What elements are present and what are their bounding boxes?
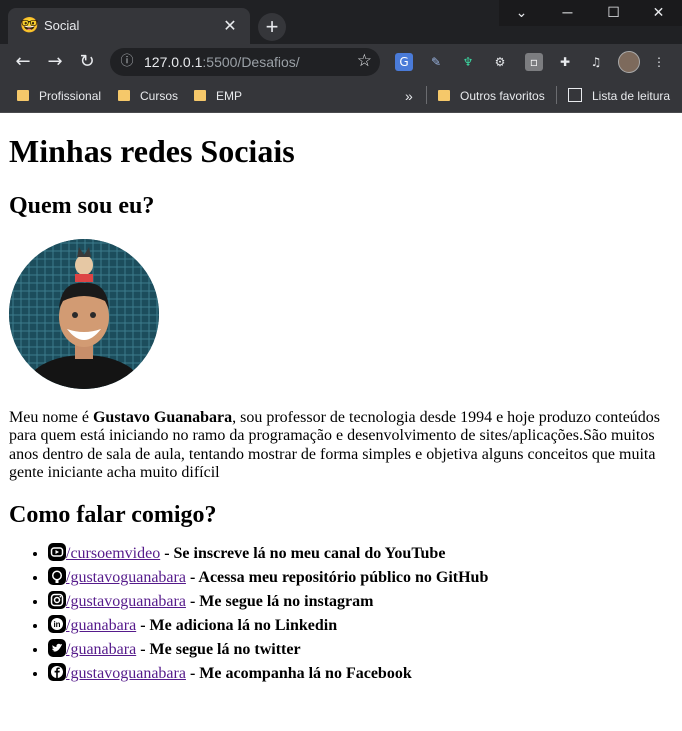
reload-icon[interactable]: ↻	[75, 50, 99, 74]
contact-description: - Me adiciona lá no Linkedin	[136, 617, 338, 634]
new-tab-button[interactable]: +	[258, 13, 286, 41]
list-item: /guanabara - Me segue lá no twitter	[48, 638, 488, 662]
contact-description: - Me segue lá no twitter	[136, 641, 301, 658]
close-tab-button[interactable]: ✕	[220, 16, 240, 36]
close-window-icon[interactable]: ✕	[636, 0, 681, 26]
list-item: /gustavoguanabara - Me segue lá no insta…	[48, 590, 488, 614]
folder-icon	[438, 90, 450, 101]
twitter-icon	[48, 639, 66, 657]
bookmark-folder-emp[interactable]: EMP	[194, 86, 242, 106]
contact-list: /cursoemvideo - Se inscreve lá no meu ca…	[9, 542, 488, 686]
bio-name: Gustavo Guanabara	[92, 409, 233, 426]
reading-list-button[interactable]: Lista de leitura	[568, 86, 670, 106]
instagram-icon	[48, 591, 66, 609]
contact-description: - Acessa meu repositório público no GitH…	[185, 569, 489, 586]
contact-description: - Se inscreve lá no meu canal do YouTube	[160, 545, 446, 562]
github-icon	[48, 567, 66, 585]
profile-photo	[9, 239, 159, 389]
github-link[interactable]: /gustavoguanabara	[66, 569, 186, 586]
minimize-icon[interactable]: ─	[545, 0, 590, 26]
linkedin-icon: in	[48, 615, 66, 633]
twitter-link[interactable]: /guanabara	[66, 641, 136, 658]
puzzle-extensions-icon[interactable]: ✚	[556, 53, 574, 71]
instagram-link[interactable]: /gustavoguanabara	[66, 593, 186, 610]
media-control-icon[interactable]: ♫	[587, 53, 605, 71]
bio-paragraph: Meu nome é Gustavo Guanabara, sou profes…	[9, 409, 661, 482]
tab-title: Social	[44, 18, 80, 33]
folder-icon	[194, 90, 206, 101]
browser-toolbar: ← → ↻ ⓘ 127.0.0.1:5500/Desafios/ ☆ G ✎ ♆…	[0, 44, 682, 80]
bookmarks-overflow-button[interactable]: »	[405, 86, 413, 106]
contact-heading: Como falar comigo?	[9, 502, 217, 528]
pen-extension-icon[interactable]: ✎	[427, 53, 445, 71]
facebook-link[interactable]: /gustavoguanabara	[66, 665, 186, 682]
forward-icon[interactable]: →	[43, 50, 67, 74]
page-title: Minhas redes Sociais	[9, 133, 295, 169]
bookmarks-bar: Profissional Cursos EMP » Outros favorit…	[0, 80, 682, 113]
browser-tab-strip: 🤓 Social ✕ + ⌄ ─ ☐ ✕	[0, 0, 682, 44]
svg-text:in: in	[53, 620, 60, 629]
translate-extension-icon[interactable]: G	[395, 53, 413, 71]
gear-extension-icon[interactable]: ⚙	[491, 53, 509, 71]
facebook-icon	[48, 663, 66, 681]
bookmarks-divider	[556, 86, 557, 104]
list-item: /cursoemvideo - Se inscreve lá no meu ca…	[48, 542, 488, 566]
browser-tab[interactable]: 🤓 Social ✕	[8, 8, 250, 44]
spider-extension-icon[interactable]: ♆	[459, 53, 477, 71]
tab-search-icon[interactable]: ⌄	[499, 0, 544, 26]
folder-icon	[17, 90, 29, 101]
contact-description: - Me segue lá no instagram	[185, 593, 374, 610]
profile-avatar[interactable]	[618, 51, 640, 73]
youtube-icon	[48, 543, 66, 561]
page-viewport: Minhas redes Sociais Quem sou eu? Meu no…	[0, 113, 682, 731]
site-info-icon[interactable]: ⓘ	[118, 53, 136, 71]
bookmark-folder-outros-favoritos[interactable]: Outros favoritos	[438, 86, 545, 106]
list-item: in/guanabara - Me adiciona lá no Linkedi…	[48, 614, 488, 638]
square-extension-icon[interactable]: ▫	[525, 53, 543, 71]
bookmarks-divider	[426, 86, 427, 104]
about-heading: Quem sou eu?	[9, 193, 155, 219]
bookmark-folder-cursos[interactable]: Cursos	[118, 86, 178, 106]
list-item: /gustavoguanabara - Acessa meu repositór…	[48, 566, 488, 590]
contact-description: - Me acompanha lá no Facebook	[185, 665, 412, 682]
url-text[interactable]: 127.0.0.1:5500/Desafios/	[144, 54, 300, 70]
nerd-face-icon: 🤓	[20, 18, 39, 34]
youtube-link[interactable]: /cursoemvideo	[66, 545, 160, 562]
bookmark-folder-profissional[interactable]: Profissional	[17, 86, 101, 106]
bookmark-star-icon[interactable]: ☆	[357, 51, 372, 71]
folder-icon	[118, 90, 130, 101]
reading-list-icon	[568, 88, 582, 102]
back-icon[interactable]: ←	[11, 50, 35, 74]
kebab-menu-icon[interactable]: ⋮	[650, 53, 668, 71]
address-bar[interactable]: ⓘ 127.0.0.1:5500/Desafios/ ☆	[110, 48, 380, 76]
linkedin-link[interactable]: /guanabara	[66, 617, 136, 634]
maximize-icon[interactable]: ☐	[591, 0, 636, 26]
list-item: /gustavoguanabara - Me acompanha lá no F…	[48, 662, 488, 686]
